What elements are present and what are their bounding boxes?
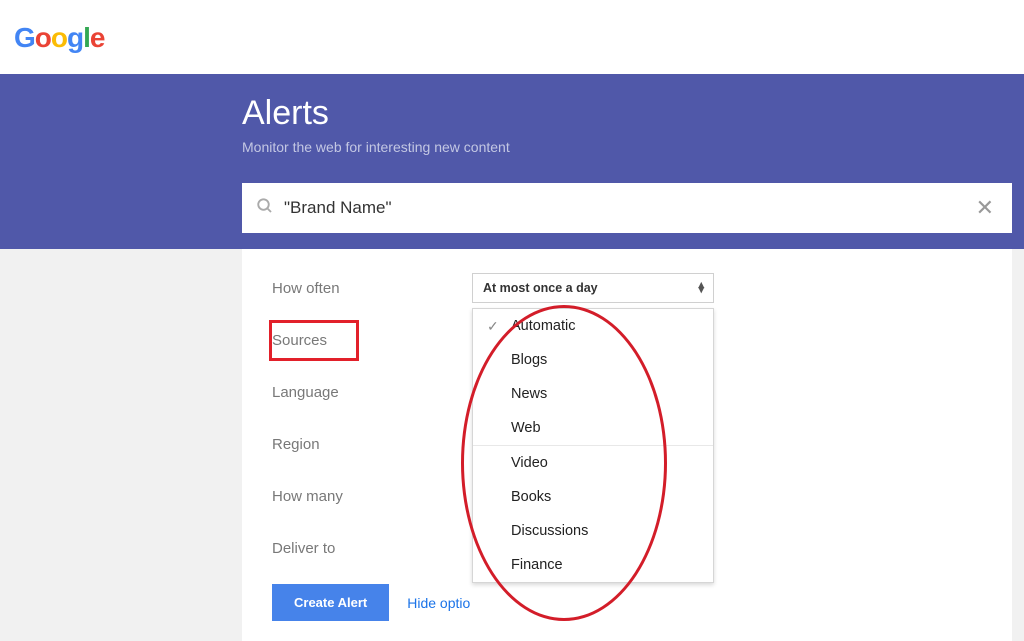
option-row-how-often: How often At most once a day (272, 262, 982, 314)
logo-letter: o (51, 22, 67, 53)
actions-row: Create Alert Hide optio (272, 584, 982, 621)
deliver-to-label: Deliver to (272, 540, 472, 557)
logo-letter: l (83, 22, 90, 53)
create-alert-button[interactable]: Create Alert (272, 584, 389, 621)
options-panel: How often At most once a day Sources Lan… (242, 249, 1012, 641)
dropdown-item-blogs[interactable]: Blogs (473, 343, 713, 377)
sources-dropdown: Automatic Blogs News Web Video Books Dis… (472, 308, 714, 583)
hide-options-link[interactable]: Hide optio (407, 595, 470, 611)
dropdown-item-news[interactable]: News (473, 377, 713, 411)
dropdown-item-discussions[interactable]: Discussions (473, 514, 713, 548)
dropdown-item-web[interactable]: Web (473, 411, 713, 445)
sources-label: Sources (269, 320, 359, 361)
logo-letter: g (67, 22, 83, 53)
select-arrow-icon (698, 283, 704, 293)
top-bar: Google (0, 0, 1024, 74)
page-title: Alerts (242, 94, 1012, 133)
dropdown-item-books[interactable]: Books (473, 480, 713, 514)
hero-banner: Alerts Monitor the web for interesting n… (0, 74, 1024, 249)
region-label: Region (272, 436, 472, 453)
language-label: Language (272, 384, 472, 401)
how-often-label: How often (272, 280, 472, 297)
search-input[interactable] (284, 198, 972, 218)
how-often-select[interactable]: At most once a day (472, 273, 714, 303)
how-often-value: At most once a day (483, 281, 598, 295)
google-logo: Google (14, 22, 104, 53)
logo-letter: G (14, 22, 35, 53)
logo-letter: o (35, 22, 51, 53)
dropdown-item-automatic[interactable]: Automatic (473, 309, 713, 343)
logo-letter: e (90, 22, 105, 53)
close-icon[interactable]: ✕ (972, 195, 998, 221)
dropdown-item-finance[interactable]: Finance (473, 548, 713, 582)
search-icon (256, 197, 274, 220)
search-box: ✕ (242, 183, 1012, 233)
page-subtitle: Monitor the web for interesting new cont… (242, 139, 1012, 155)
dropdown-item-video[interactable]: Video (473, 446, 713, 480)
how-many-label: How many (272, 488, 472, 505)
